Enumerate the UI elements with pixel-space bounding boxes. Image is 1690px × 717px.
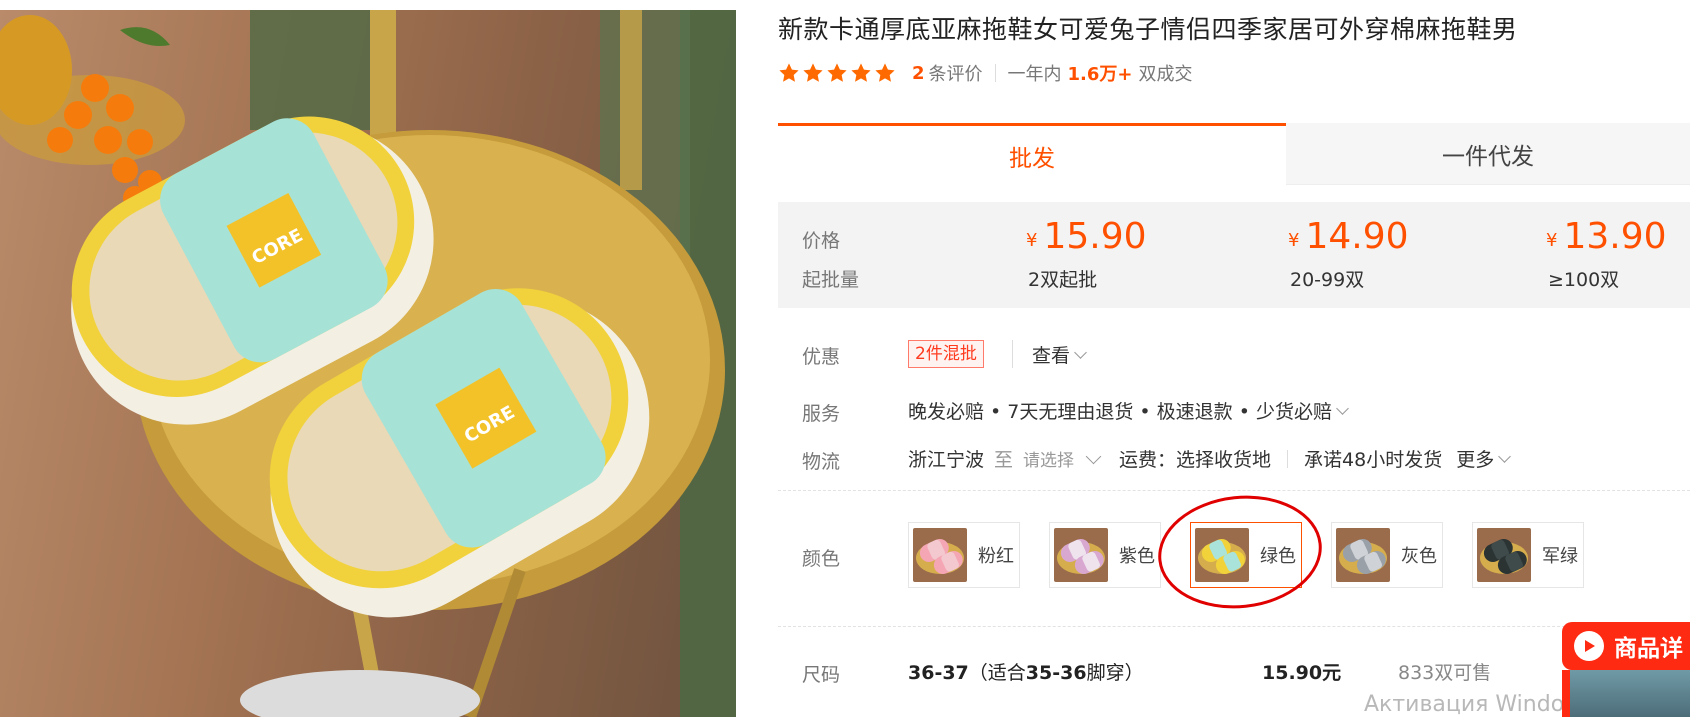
logistics-label: 物流 bbox=[802, 451, 841, 473]
view-discount-link[interactable]: 查看 bbox=[1032, 341, 1091, 368]
service-label: 服务 bbox=[802, 403, 841, 425]
slippers-photo-illustration: CORE CORE bbox=[0, 10, 736, 717]
price-label: 价格 bbox=[802, 230, 841, 252]
sales-period: 一年内 bbox=[1007, 64, 1062, 85]
float-button-preview[interactable] bbox=[1562, 670, 1690, 717]
price-tiers-box: 价格 起批量 ¥15.90 2双起批 ¥14.90 20-99双 ¥13.90 … bbox=[778, 202, 1690, 308]
color-option-pink[interactable]: 粉红 bbox=[908, 522, 1020, 588]
color-option-gray[interactable]: 灰色 bbox=[1331, 522, 1443, 588]
tier-price-value: 13.90 bbox=[1563, 216, 1667, 257]
service-text: 晚发必赔 • 7天无理由退货 • 极速退款 • 少货必赔 bbox=[908, 401, 1332, 423]
product-page: CORE CORE 新款卡通厚底亚麻拖鞋女可爱兔子情侣四季家居可外穿棉麻拖鞋男 … bbox=[0, 0, 1690, 717]
destination-select[interactable]: 请选择 bbox=[1023, 446, 1074, 471]
star-icon bbox=[803, 63, 823, 82]
tier-price: ¥15.90 bbox=[1026, 216, 1147, 257]
ship-origin: 浙江宁波 bbox=[908, 449, 985, 471]
section-divider bbox=[778, 626, 1690, 627]
review-label[interactable]: 条评价 bbox=[929, 60, 983, 86]
size-stock: 833双可售 bbox=[1398, 662, 1492, 684]
chevron-down-icon[interactable] bbox=[1085, 448, 1102, 464]
rating-stars bbox=[778, 62, 896, 84]
size-range: 36-37 bbox=[908, 662, 969, 684]
section-divider bbox=[778, 490, 1690, 491]
size-note-range: 35-36 bbox=[1025, 662, 1087, 684]
service-guarantees[interactable]: 晚发必赔 • 7天无理由退货 • 极速退款 • 少货必赔 bbox=[908, 397, 1353, 424]
size-price: 15.90元 bbox=[1262, 662, 1342, 684]
color-option-label: 紫色 bbox=[1119, 546, 1155, 567]
float-button-label: 商品详 bbox=[1614, 636, 1683, 662]
highlight-circle-annotation bbox=[1152, 487, 1328, 617]
view-discount-text: 查看 bbox=[1032, 345, 1071, 367]
color-thumbnail bbox=[913, 528, 967, 582]
review-count[interactable]: 2 bbox=[912, 63, 925, 84]
logistics-info: 浙江宁波 至 请选择 运费：选择收货地 承诺48小时发货 更多 bbox=[908, 445, 1515, 472]
discount-label: 优惠 bbox=[802, 346, 841, 368]
color-option-label: 灰色 bbox=[1401, 546, 1437, 567]
tab-dropship[interactable]: 一件代发 bbox=[1286, 123, 1690, 185]
currency-symbol: ¥ bbox=[1546, 230, 1558, 251]
currency-symbol: ¥ bbox=[1026, 230, 1038, 251]
color-option-army-green[interactable]: 军绿 bbox=[1472, 522, 1584, 588]
ship-to-label: 至 bbox=[994, 449, 1014, 471]
star-icon bbox=[851, 63, 871, 82]
moq-label: 起批量 bbox=[802, 269, 860, 291]
chevron-down-icon[interactable] bbox=[1498, 449, 1512, 463]
size-option-name: 36-37（适合35-36脚穿） bbox=[908, 658, 1144, 685]
freight-text: 运费：选择收货地 bbox=[1119, 449, 1272, 471]
logistics-divider bbox=[1287, 449, 1289, 468]
currency-symbol: ¥ bbox=[1288, 230, 1300, 251]
star-icon bbox=[779, 63, 799, 82]
mixed-batch-badge: 2件混批 bbox=[908, 340, 984, 368]
shipping-promise: 承诺48小时发货 bbox=[1304, 449, 1443, 471]
sales-unit: 双成交 bbox=[1138, 64, 1193, 85]
star-icon bbox=[875, 63, 895, 82]
tier-quantity: ≥100双 bbox=[1548, 269, 1620, 291]
color-label: 颜色 bbox=[802, 548, 841, 570]
preview-thumbnail bbox=[1570, 670, 1690, 717]
product-title: 新款卡通厚底亚麻拖鞋女可爱兔子情侣四季家居可外穿棉麻拖鞋男 bbox=[778, 15, 1518, 44]
sales-value: 1.6万+ bbox=[1067, 64, 1133, 85]
discount-divider bbox=[1012, 340, 1013, 368]
product-detail-float-button[interactable]: 商品详 bbox=[1562, 622, 1690, 670]
rating-divider bbox=[994, 64, 996, 82]
tier-quantity: 2双起批 bbox=[1028, 269, 1098, 291]
size-note-suffix: 脚穿） bbox=[1086, 662, 1144, 684]
more-link[interactable]: 更多 bbox=[1456, 445, 1494, 472]
color-option-label: 军绿 bbox=[1542, 546, 1578, 567]
os-activation-watermark: Активация Windows bbox=[1364, 692, 1594, 717]
chevron-down-icon bbox=[1074, 346, 1087, 359]
tier-price-value: 15.90 bbox=[1043, 216, 1147, 257]
tier-price: ¥14.90 bbox=[1288, 216, 1409, 257]
color-option-label: 粉红 bbox=[978, 546, 1014, 567]
tier-price-value: 14.90 bbox=[1305, 216, 1409, 257]
product-main-image[interactable]: CORE CORE bbox=[0, 10, 736, 717]
color-thumbnail bbox=[1054, 528, 1108, 582]
star-icon bbox=[827, 63, 847, 82]
size-note-prefix: （适合 bbox=[968, 662, 1026, 684]
rating-row: 2 条评价 一年内 1.6万+ 双成交 bbox=[778, 58, 1193, 88]
color-thumbnail bbox=[1477, 528, 1531, 582]
chevron-down-icon bbox=[1336, 402, 1349, 415]
tier-price: ¥13.90 bbox=[1546, 216, 1667, 257]
tab-wholesale[interactable]: 批发 bbox=[778, 123, 1286, 185]
play-icon bbox=[1574, 631, 1604, 661]
color-thumbnail bbox=[1336, 528, 1390, 582]
tier-quantity: 20-99双 bbox=[1290, 269, 1365, 291]
color-option-purple[interactable]: 紫色 bbox=[1049, 522, 1161, 588]
purchase-mode-tabs: 批发 一件代发 bbox=[778, 123, 1690, 185]
size-label: 尺码 bbox=[802, 664, 841, 686]
